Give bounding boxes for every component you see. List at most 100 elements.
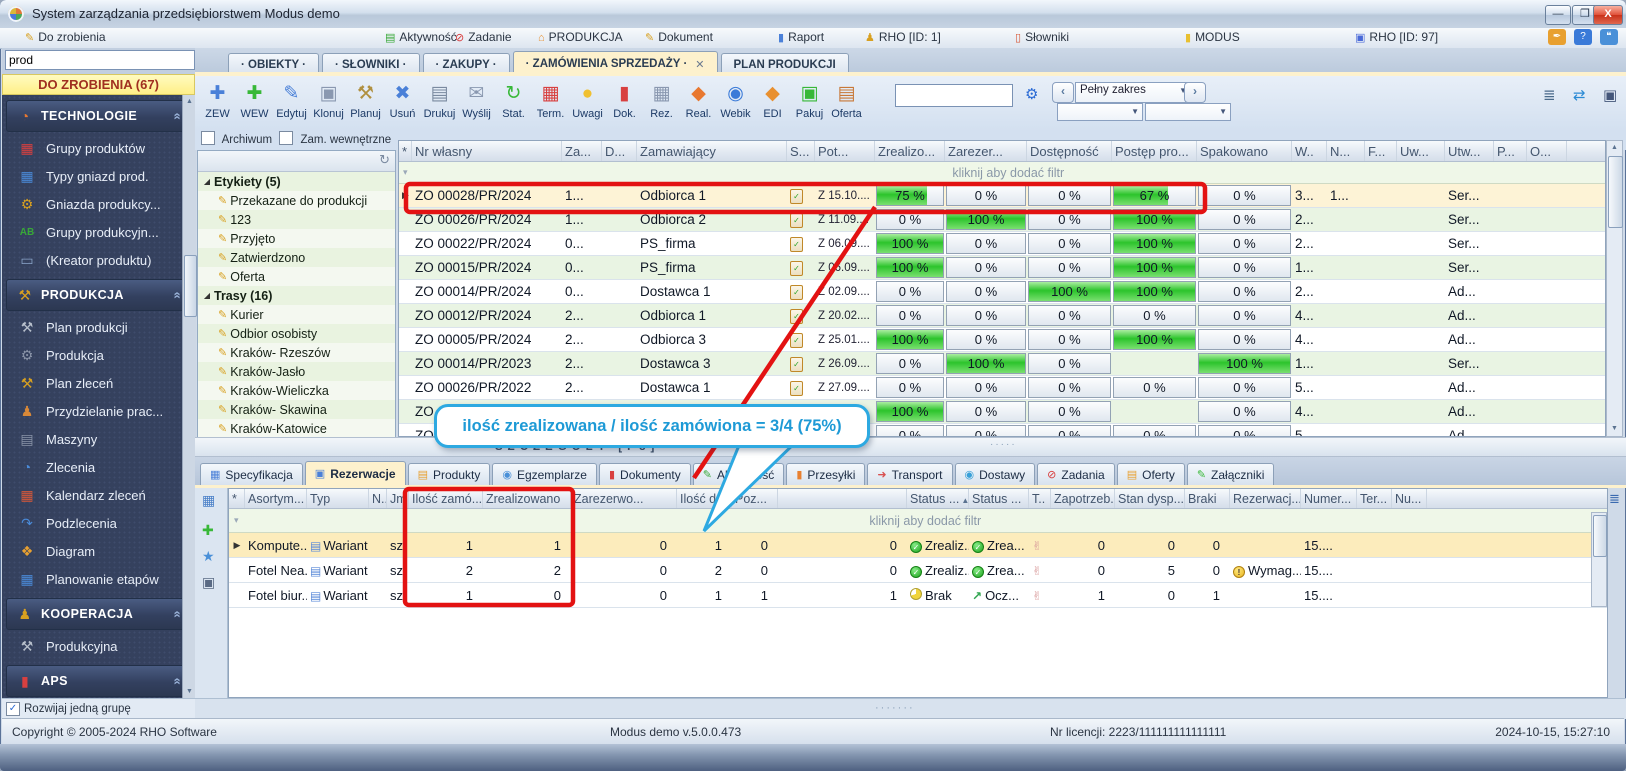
detail-tab-transport[interactable]: ➜ Transport	[867, 463, 953, 485]
layout-icon[interactable]: ▣	[1603, 86, 1617, 104]
sidebar-section-produkcja[interactable]: ⚒ PRODUKCJA «	[6, 279, 191, 311]
toolbar-button-wew[interactable]: ✚ WEW	[236, 78, 273, 128]
menu-item-produkcja[interactable]: ⌂ PRODUKCJA	[538, 30, 623, 46]
minimize-button[interactable]: —	[1545, 5, 1571, 25]
orders-grid-filter-row[interactable]: ▾ kliknij aby dodać filtr	[399, 162, 1605, 184]
toolbar-button-webik[interactable]: ◉ Webik	[717, 78, 754, 128]
order-row[interactable]: ZO 00015/PR/2024 0... PS_firma ✓ Z 06.09....…	[399, 256, 1605, 280]
toolbar-button-edi[interactable]: ◆ EDI	[754, 78, 791, 128]
pen-icon[interactable]: ✒	[1548, 29, 1566, 45]
order-row[interactable]: ZO 00005/PR/2024 2... Odbiorca 3 ✓ Z 25.01..…	[399, 328, 1605, 352]
column-header-p[interactable]: P...	[1494, 141, 1527, 161]
column-header-braki[interactable]: Braki	[1185, 489, 1230, 508]
order-row[interactable]: ZO 00026/PR/2024 1... Odbiorca 2 ✓ Z 11.09..…	[399, 208, 1605, 232]
column-header-status[interactable]: Status ... ▲	[907, 489, 969, 508]
column-header-o[interactable]: O...	[1527, 141, 1567, 161]
detail-tab-aktywność[interactable]: ✎ Aktywność	[692, 463, 785, 485]
column-header-ter[interactable]: Ter...	[1357, 489, 1392, 508]
toolbar-button-real[interactable]: ◆ Real.	[680, 78, 717, 128]
column-header-zrealizo[interactable]: Zrealizo...	[875, 141, 945, 161]
sidebar-item-zlecenia[interactable]: ◔ Zlecenia	[2, 453, 195, 481]
column-header-typ[interactable]: Typ	[307, 489, 369, 508]
order-row[interactable]: ZO 00012/PR/2024 2... Odbiorca 1 ✓ Z 20.02..…	[399, 304, 1605, 328]
sidebar-item-grupy-produktów[interactable]: ▦ Grupy produktów	[2, 134, 195, 162]
tree-item-odbior-osobisty[interactable]: ✎ Odbior osobisty	[198, 324, 395, 343]
sidebar-item-grupy-produkcyjn[interactable]: AB Grupy produkcyjn...	[2, 218, 195, 246]
help-icon[interactable]: ?	[1574, 29, 1592, 45]
menu-item-do-zrobienia[interactable]: ✎ Do zrobienia	[25, 30, 106, 46]
column-header-zarezerwo[interactable]: Zarezerwo...	[571, 489, 677, 508]
filter-select-1[interactable]: ▼	[1057, 103, 1143, 121]
tree-item-przyjęto[interactable]: ✎ Przyjęto	[198, 229, 395, 248]
menu-item-rho-id-97[interactable]: ▣ RHO [ID: 97]	[1355, 30, 1438, 46]
details-splitter-handle[interactable]: ·····	[990, 439, 1017, 450]
sidebar-section-aps[interactable]: ▮ APS «	[6, 665, 191, 697]
toolbar-button-wyślij[interactable]: ✉ Wyślij	[458, 78, 495, 128]
todo-banner[interactable]: DO ZROBIENIA (67)	[2, 74, 195, 95]
gutter-add-icon[interactable]: ✚	[202, 522, 214, 539]
tree-item-kraków-rzeszów[interactable]: ✎ Kraków- Rzeszów	[198, 343, 395, 362]
toolbar-button-uwagi[interactable]: ● Uwagi	[569, 78, 606, 128]
detail-tab-oferty[interactable]: ▤ Oferty	[1116, 463, 1185, 485]
detail-tab-specyfikacja[interactable]: ▦ Specyfikacja	[200, 463, 303, 485]
close-button[interactable]: X	[1593, 5, 1623, 25]
menu-item-zadanie[interactable]: ⊘ Zadanie	[455, 30, 512, 46]
quickfind-input[interactable]	[5, 50, 195, 70]
column-header-poz[interactable]: Poz...	[732, 489, 778, 508]
sidebar-item-planowanie-etapów[interactable]: ▦ Planowanie etapów	[2, 565, 195, 593]
sidebar-item-podzlecenia[interactable]: ↷ Podzlecenia	[2, 509, 195, 537]
column-header-utw[interactable]: Utw...	[1445, 141, 1494, 161]
detail-tab-dokumenty[interactable]: ▮ Dokumenty	[598, 463, 691, 485]
column-header-uw[interactable]: Uw...	[1397, 141, 1445, 161]
column-header-nr-własny[interactable]: Nr własny	[412, 141, 562, 161]
range-select[interactable]: Pełny zakres▼	[1075, 82, 1191, 103]
column-header-d[interactable]: D...	[602, 141, 637, 161]
toolbar-button-oferta[interactable]: ▤ Oferta	[828, 78, 865, 128]
column-header-x[interactable]	[778, 489, 907, 508]
order-row[interactable]: ZO 00026/PR/2022 2... Dostawca 1 ✓ Z 27.09..…	[399, 376, 1605, 400]
column-header-t[interactable]: T..	[1029, 489, 1051, 508]
toolbar-button-edytuj[interactable]: ✎ Edytuj	[273, 78, 310, 128]
order-row[interactable]: ▶ ZO 00028/PR/2024 1... Odbiorca 1 ✓ Z 15.10.…	[399, 184, 1605, 208]
tree-item-kurier[interactable]: ✎ Kurier	[198, 305, 395, 324]
detail-tab-załączniki[interactable]: ✎ Załączniki	[1186, 463, 1275, 485]
tree-item-123[interactable]: ✎ 123	[198, 210, 395, 229]
range-prev-button[interactable]: ‹	[1052, 82, 1074, 103]
sidebar-scrollbar[interactable]: ▲ ▼	[182, 95, 197, 698]
toolbar-button-pakuj[interactable]: ▣ Pakuj	[791, 78, 828, 128]
sidebar-section-kooperacja[interactable]: ♟ KOOPERACJA «	[6, 598, 191, 630]
column-header-rezerwacj[interactable]: Rezerwacj...	[1230, 489, 1301, 508]
toolbar-button-dok[interactable]: ▮ Dok.	[606, 78, 643, 128]
column-header-f[interactable]: F...	[1365, 141, 1397, 161]
column-header-nu[interactable]: Nu...	[1392, 489, 1427, 508]
column-header-ilość-zamó[interactable]: Ilość zamó...	[409, 489, 483, 508]
tree-item-przekazane-do-produkcji[interactable]: ✎ Przekazane do produkcji	[198, 191, 395, 210]
range-next-button[interactable]: ›	[1184, 82, 1206, 103]
sidebar-item-typy-gniazd-prod[interactable]: ▦ Typy gniazd prod.	[2, 162, 195, 190]
sidebar-item-produkcja[interactable]: ⚙ Produkcja	[2, 341, 195, 369]
detail-tab-zadania[interactable]: ⊘ Zadania	[1037, 463, 1115, 485]
refresh-icon[interactable]: ⇄	[1573, 86, 1586, 104]
toolbar-button-planuj[interactable]: ⚒ Planuj	[347, 78, 384, 128]
order-row[interactable]: ZO 00022/PR/2024 0... PS_firma ✓ Z 06.09....…	[399, 232, 1605, 256]
sidebar-item-diagram[interactable]: ❖ Diagram	[2, 537, 195, 565]
filter-select-2[interactable]: ▼	[1145, 103, 1231, 121]
column-list-icon[interactable]: ≣	[1543, 86, 1556, 104]
sidebar-item-kreator-produktu[interactable]: ▭ (Kreator produktu)	[2, 246, 195, 274]
bottom-splitter[interactable]: ·······	[195, 698, 1626, 719]
column-header-dostępność[interactable]: Dostępność	[1027, 141, 1112, 161]
tree-item-zatwierdzono[interactable]: ✎ Zatwierdzono	[198, 248, 395, 267]
gutter-star-icon[interactable]: ★	[202, 548, 215, 565]
details-header-bar[interactable]: SZCZEGÓŁY [F8] ·····	[195, 437, 1626, 457]
order-row[interactable]: ZO 00014/PR/2023 2... Dostawca 3 ✓ Z 26.09..…	[399, 352, 1605, 376]
gutter-grid-icon[interactable]: ▦	[202, 492, 215, 509]
reservation-row[interactable]: ▶Kompute...▤Wariantszt110100✓Zrealiz...✓…	[229, 533, 1607, 558]
reservation-row[interactable]: Fotel biur... ▤ Wariant szt 1 0 0 1 1 1 Brak ↗ Ocz..…	[229, 583, 1607, 608]
detail-tab-egzemplarze[interactable]: ◉ Egzemplarze	[492, 463, 597, 485]
tree-group-etykiety-5[interactable]: ◢ Etykiety (5)	[198, 172, 395, 191]
reservations-grid-scrollbar[interactable]	[1591, 512, 1607, 607]
archiwum-checkbox[interactable]	[201, 131, 215, 145]
column-header-s[interactable]: S...	[787, 141, 815, 161]
gutter-monitor-icon[interactable]: ▣	[202, 574, 215, 591]
menu-item-modus[interactable]: ▮ MODUS	[1185, 30, 1240, 46]
